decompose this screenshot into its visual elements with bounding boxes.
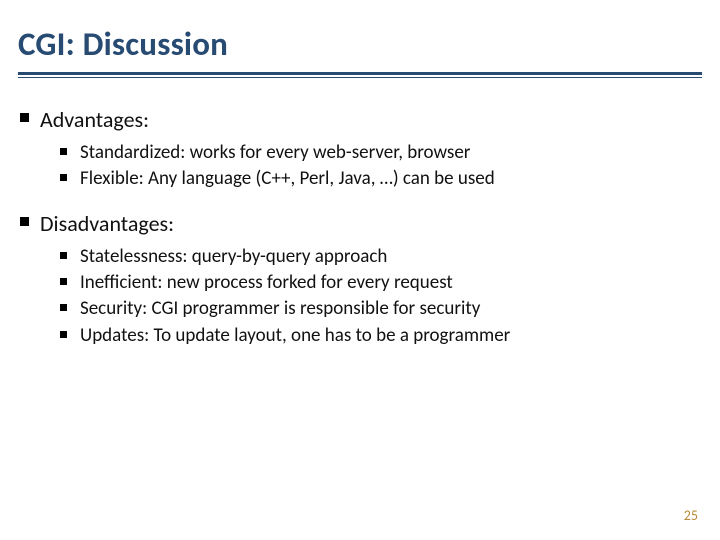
page-number: 25 [684,507,698,524]
section-heading: Disadvantages: [40,210,174,237]
list-item: Flexible: Any language (C++, Perl, Java,… [80,167,702,191]
disadvantages-list: Statelessness: query-by-query approach I… [40,245,702,348]
list-item: Statelessness: query-by-query approach [80,245,702,269]
slide: CGI: Discussion Advantages: Standardized… [0,0,720,540]
list-item: Security: CGI programmer is responsible … [80,297,702,321]
section-heading: Advantages: [40,106,149,133]
section-disadvantages: Disadvantages: Statelessness: query-by-q… [40,210,702,348]
bullet-list: Advantages: Standardized: works for ever… [18,106,702,348]
list-item: Inefficient: new process forked for ever… [80,271,702,295]
section-advantages: Advantages: Standardized: works for ever… [40,106,702,192]
rule-thin [18,77,702,78]
list-item: Standardized: works for every web-server… [80,141,702,165]
title-rule [18,72,702,78]
advantages-list: Standardized: works for every web-server… [40,141,702,192]
rule-thick [18,72,702,75]
list-item: Updates: To update layout, one has to be… [80,324,702,348]
slide-title: CGI: Discussion [18,24,702,70]
